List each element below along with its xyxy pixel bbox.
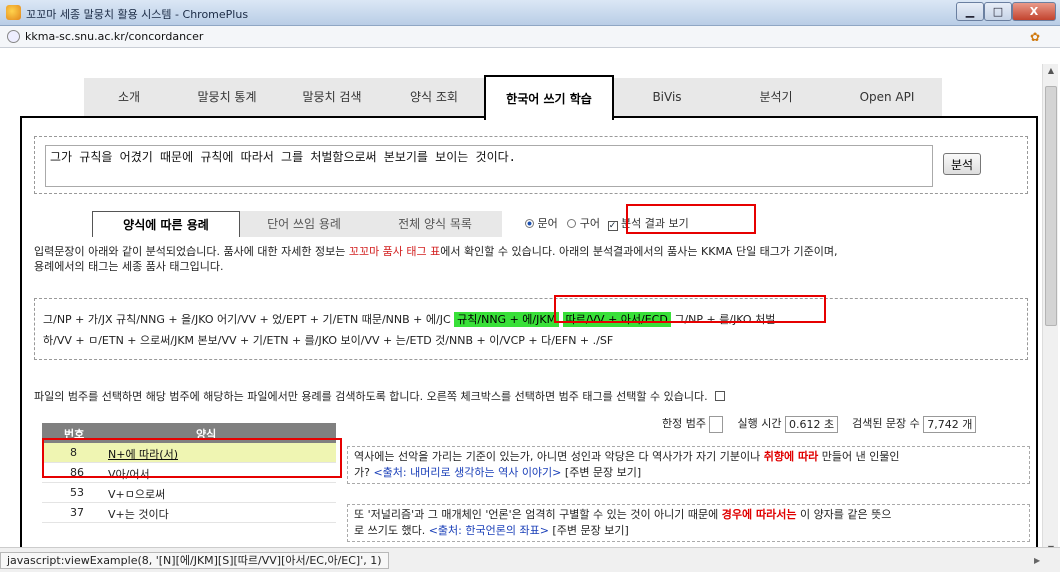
tab-pattern-lookup[interactable]: 양식 조회	[384, 78, 484, 116]
time-value: 0.612 초	[784, 415, 839, 433]
tab-open-api[interactable]: Open API	[832, 78, 942, 116]
info-text: 입력문장이 아래와 같이 분석되었습니다. 품사에 대한 자세한 정보는	[34, 245, 349, 258]
count-label: 검색된 문장 수	[852, 417, 920, 430]
written-radio[interactable]	[525, 219, 534, 228]
info-text-3: 용례에서의 태그는 세종 품사 태그입니다.	[34, 260, 224, 273]
info-text-2: 에서 확인할 수 있습니다. 아래의 분석결과에서의 품사는 KKMA 단일 태…	[440, 245, 838, 258]
status-bar: javascript:viewExample(8, '[N][에/JKM][S]…	[0, 547, 1060, 572]
written-label: 문어	[537, 217, 558, 230]
row-num: 53	[70, 486, 84, 499]
count-value: 7,742 개	[923, 415, 977, 433]
example-text-2: 만들어 낸 인물인	[818, 450, 900, 463]
globe-icon	[7, 30, 20, 43]
close-button[interactable]: X	[1012, 2, 1056, 21]
table-row[interactable]: 53 V+ㅁ으로써	[42, 483, 336, 503]
analyze-button[interactable]: 분석	[943, 153, 981, 175]
example-text-3: 가?	[354, 466, 374, 479]
subtab-all-patterns[interactable]: 전체 양식 목록	[368, 211, 502, 237]
highlight-box-option	[626, 204, 756, 234]
scroll-right-icon[interactable]: ▶	[1034, 556, 1040, 565]
category-checkbox[interactable]	[715, 391, 726, 401]
highlight-box-morphs	[554, 295, 826, 323]
example-source-link[interactable]: <출처: 내머리로 생각하는 역사 이야기>	[373, 466, 561, 479]
tag-table-link[interactable]: 꼬꼬마 품사 태그 표	[349, 245, 440, 258]
example-sentence: 또 '저널리즘'과 그 매개체인 '언론'은 엄격히 구별할 수 있는 것이 아…	[347, 504, 1030, 542]
analysis-morphs-1: 그/NP + 가/JX 규칙/NNG + 을/JKO 어기/VV + 었/EPT…	[43, 313, 451, 326]
analysis-line-2: 하/VV + ㅁ/ETN + 으로써/JKM 본보/VV + 기/ETN + 를…	[43, 334, 614, 347]
highlight-box-pattern	[42, 438, 342, 478]
example-sentence: 역사에는 선악을 가리는 기준이 있는가, 아니면 성인과 악당은 다 역사가가…	[347, 446, 1030, 484]
example-source-link[interactable]: <출처: 한국언론의 좌표>	[429, 524, 549, 537]
url-text[interactable]: kkma-sc.snu.ac.kr/concordancer	[25, 30, 203, 43]
analysis-info: 입력문장이 아래와 같이 분석되었습니다. 품사에 대한 자세한 정보는 꼬꼬마…	[34, 244, 1024, 274]
scroll-up-icon[interactable]: ▲	[1043, 64, 1059, 78]
tab-corpus-stats[interactable]: 말뭉치 통계	[174, 78, 280, 116]
table-row[interactable]: 37 V+는 것이다	[42, 503, 336, 523]
filter-note: 파일의 범주를 선택하면 해당 범주에 해당하는 파일에서만 용례를 검색하도록…	[34, 388, 726, 404]
example-text: 또 '저널리즘'과 그 매개체인 '언론'은 엄격히 구별할 수 있는 것이 아…	[354, 508, 722, 521]
example-text-3: 로 쓰기도 했다.	[354, 524, 429, 537]
tab-intro[interactable]: 소개	[84, 78, 174, 116]
maximize-button[interactable]: □	[984, 2, 1012, 21]
row-pattern-link[interactable]: V+는 것이다	[108, 506, 169, 522]
scroll-thumb[interactable]	[1045, 86, 1057, 326]
main-tabs: 소개 말뭉치 통계 말뭉치 검색 양식 조회 한국어 쓰기 학습 BiVis 분…	[84, 75, 942, 120]
highlight-morph-1[interactable]: 규칙/NNG + 에/JKM	[454, 312, 560, 327]
vertical-scrollbar[interactable]: ▲ ▼	[1042, 64, 1058, 556]
search-meta: 한정 범주 실행 시간 0.612 초 검색된 문장 수 7,742 개	[662, 415, 977, 435]
context-link[interactable]: [주변 문장 보기]	[549, 524, 628, 537]
context-link[interactable]: [주변 문장 보기]	[561, 466, 641, 479]
spoken-radio[interactable]	[567, 219, 577, 228]
tab-analyzer[interactable]: 분석기	[720, 78, 832, 116]
address-bar[interactable]: kkma-sc.snu.ac.kr/concordancer ✿	[0, 26, 1060, 48]
example-keyword: 취향에 따라	[763, 450, 819, 463]
show-result-checkbox[interactable]: ✓	[607, 221, 618, 231]
subtab-pattern-examples[interactable]: 양식에 따른 용례	[92, 211, 240, 237]
example-keyword: 경우에 따라서는	[721, 508, 797, 521]
window-title: 꼬꼬마 세종 말뭉치 활용 시스템 - ChromePlus	[26, 8, 249, 21]
filter-text: 파일의 범주를 선택하면 해당 범주에 해당하는 파일에서만 용례를 검색하도록…	[34, 390, 708, 403]
row-pattern-link[interactable]: V+ㅁ으로써	[108, 486, 165, 502]
spoken-label: 구어	[579, 217, 600, 230]
tab-korean-writing[interactable]: 한국어 쓰기 학습	[484, 75, 614, 120]
tab-bivis[interactable]: BiVis	[614, 78, 720, 116]
minimize-button[interactable]: ▁	[956, 2, 984, 21]
subtab-word-examples[interactable]: 단어 쓰임 용례	[240, 211, 368, 237]
status-text: javascript:viewExample(8, '[N][에/JKM][S]…	[0, 552, 389, 569]
writing-panel: 분석 양식에 따른 용례 단어 쓰임 용례 전체 양식 목록 문어 구어 ✓ 분…	[20, 116, 1038, 556]
example-text-2: 이 양자를 같은 뜻으	[796, 508, 892, 521]
category-value[interactable]	[709, 415, 724, 433]
category-label: 한정 범주	[662, 417, 706, 430]
sentence-box: 분석	[34, 136, 1028, 194]
app-icon	[6, 5, 21, 20]
sentence-input[interactable]	[45, 145, 933, 187]
example-text: 역사에는 선악을 가리는 기준이 있는가, 아니면 성인과 악당은 다 역사가가…	[354, 450, 764, 463]
row-num: 37	[70, 506, 84, 519]
window-titlebar: 꼬꼬마 세종 말뭉치 활용 시스템 - ChromePlus ▁ □ X	[0, 0, 1060, 26]
page-content: 소개 말뭉치 통계 말뭉치 검색 양식 조회 한국어 쓰기 학습 BiVis 분…	[10, 64, 1042, 556]
time-label: 실행 시간	[737, 417, 782, 430]
tab-corpus-search[interactable]: 말뭉치 검색	[280, 78, 384, 116]
analysis-result-box: 그/NP + 가/JX 규칙/NNG + 을/JKO 어기/VV + 었/EPT…	[34, 298, 1028, 360]
extension-icon[interactable]: ✿	[1030, 30, 1040, 44]
